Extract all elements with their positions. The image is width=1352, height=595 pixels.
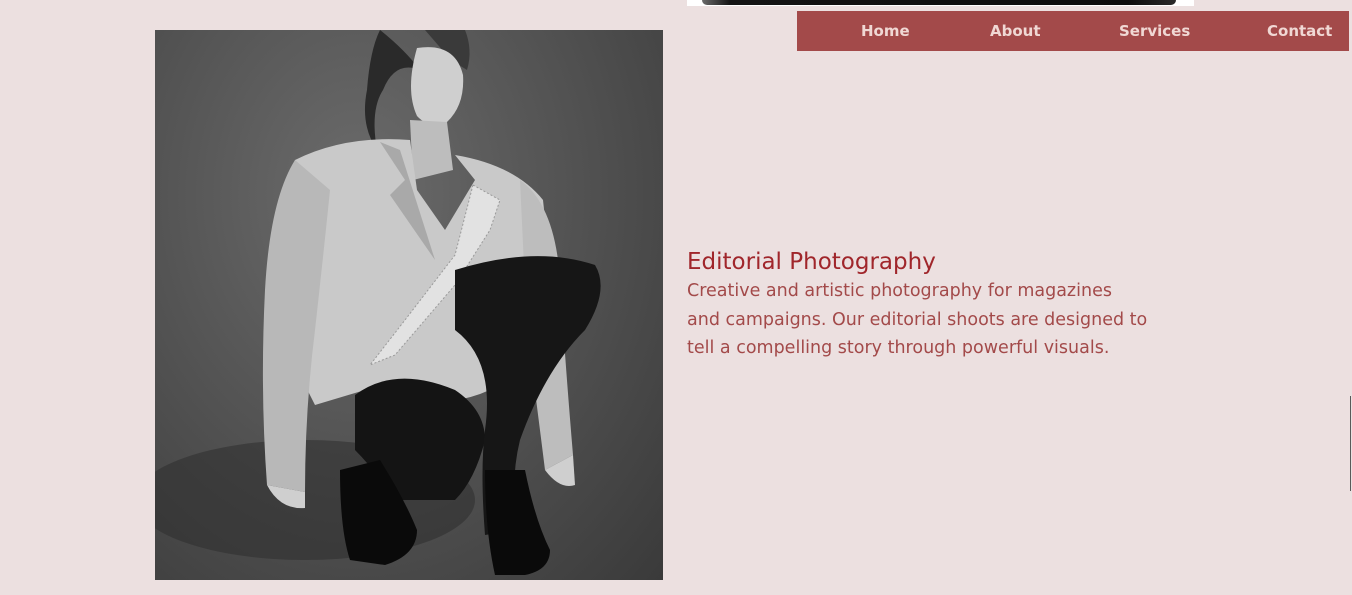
scrollbar-edge[interactable]: [1350, 396, 1351, 491]
nav-link-home[interactable]: Home: [861, 11, 910, 51]
main-navigation: Home About Services Contact: [797, 11, 1349, 51]
page: Home About Services Contact Editorial Ph…: [0, 0, 1352, 595]
description-line: tell a compelling story through powerful…: [687, 338, 1110, 358]
section-description: Creative and artistic photography for ma…: [687, 277, 1207, 363]
description-line: and campaigns. Our editorial shoots are …: [687, 309, 1148, 330]
previous-photo-crop: [702, 0, 1176, 5]
nav-link-about[interactable]: About: [990, 11, 1041, 51]
model-illustration: [155, 30, 601, 575]
description-line: Creative and artistic photography for ma…: [687, 281, 1112, 301]
previous-section-photo: [687, 0, 1194, 6]
section-title: Editorial Photography: [687, 249, 936, 275]
nav-link-services[interactable]: Services: [1119, 11, 1190, 51]
editorial-photo: [155, 30, 663, 580]
nav-link-contact[interactable]: Contact: [1267, 11, 1332, 51]
